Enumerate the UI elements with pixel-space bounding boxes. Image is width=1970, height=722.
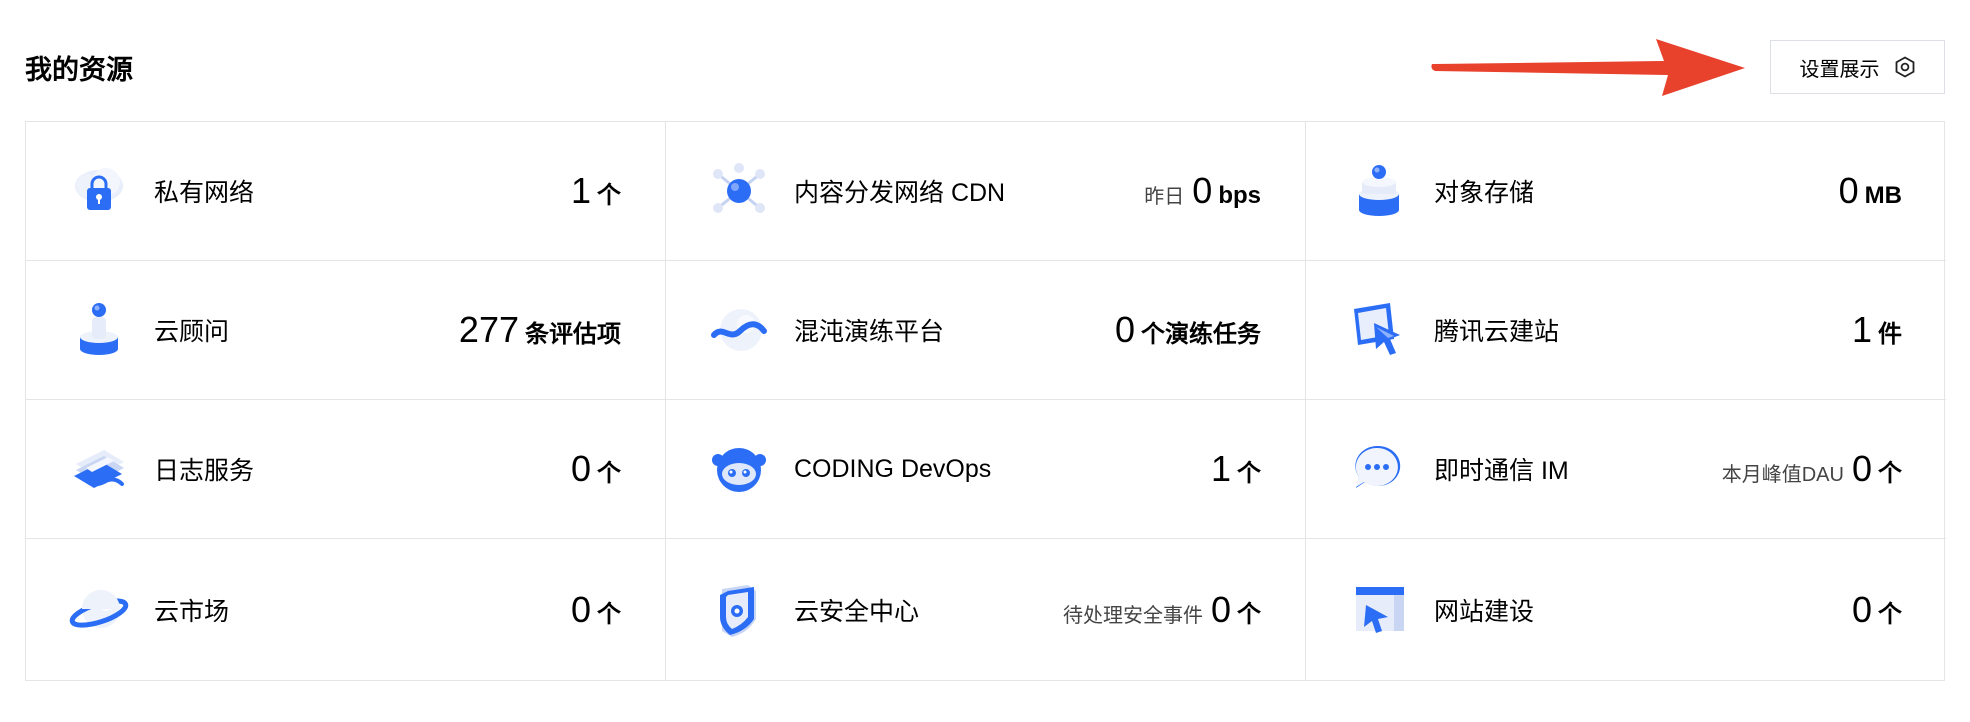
resource-unit: 个 xyxy=(597,600,621,628)
resource-card-chaos[interactable]: 混沌演练平台 0 个演练任务 xyxy=(666,261,1306,400)
resource-card-vpc[interactable]: 私有网络 1 个 xyxy=(26,122,666,261)
resource-unit: 件 xyxy=(1878,321,1902,348)
resource-name: 日志服务 xyxy=(154,457,255,485)
resource-name: 腾讯云建站 xyxy=(1434,318,1560,346)
resource-unit: 个演练任务 xyxy=(1141,321,1261,348)
resource-name: 内容分发网络 CDN xyxy=(794,179,1006,207)
resource-card-im[interactable]: 即时通信 IM 本月峰值DAU 0 个 xyxy=(1306,400,1946,539)
resource-count: 0 xyxy=(1851,448,1872,489)
resource-card-website[interactable]: 网站建设 0 个 xyxy=(1306,539,1946,680)
website-builder-icon xyxy=(1348,299,1410,361)
resource-name: 对象存储 xyxy=(1434,179,1535,207)
resource-value: 0 个演练任务 xyxy=(1115,309,1261,351)
cloud-market-planet-icon xyxy=(68,579,130,641)
website-building-icon xyxy=(1348,579,1410,641)
resource-count: 0 xyxy=(1114,309,1135,350)
resource-value: 1 个 xyxy=(1211,448,1261,490)
security-shield-icon xyxy=(708,579,770,641)
settings-display-button[interactable]: 设置展示 xyxy=(1770,40,1945,94)
resource-name: 网站建设 xyxy=(1434,597,1535,626)
resource-card-cdn[interactable]: 内容分发网络 CDN 昨日 0 bps xyxy=(666,122,1306,261)
red-arrow-annotation xyxy=(1431,39,1745,96)
resource-count: 277 xyxy=(458,309,519,350)
resource-unit: 个 xyxy=(597,460,621,487)
settings-button-label: 设置展示 xyxy=(1799,58,1880,81)
resource-name: 即时通信 IM xyxy=(1434,457,1569,485)
resource-count: 1 xyxy=(570,170,591,211)
resource-count: 0 xyxy=(1851,588,1872,630)
resource-unit: MB xyxy=(1864,182,1902,209)
resource-unit: 个 xyxy=(1878,460,1902,487)
resource-card-market[interactable]: 云市场 0 个 xyxy=(26,539,666,680)
object-storage-icon xyxy=(1348,160,1410,222)
resource-count: 0 xyxy=(1210,588,1231,630)
resource-name: 云顾问 xyxy=(154,318,230,346)
resource-prefix: 本月峰值DAU xyxy=(1721,464,1844,486)
instant-messaging-icon xyxy=(1348,438,1410,500)
resource-unit: bps xyxy=(1218,182,1261,209)
resource-card-cls[interactable]: 日志服务 0 个 xyxy=(26,400,666,539)
resource-count: 1 xyxy=(1210,448,1231,489)
resource-unit: 条评估项 xyxy=(525,321,621,348)
hexagon-settings-icon xyxy=(1894,56,1916,78)
page-title: 我的资源 xyxy=(25,55,133,85)
resource-value: 0 个 xyxy=(571,589,621,631)
resource-unit: 个 xyxy=(1237,600,1261,628)
resource-name: 私有网络 xyxy=(154,179,255,207)
resource-count: 0 xyxy=(1192,170,1213,211)
resource-card-cos[interactable]: 对象存储 0 MB xyxy=(1306,122,1946,261)
resource-name: 云安全中心 xyxy=(794,597,920,626)
resource-count: 0 xyxy=(1838,170,1859,211)
cloud-advisor-icon xyxy=(68,299,130,361)
resource-unit: 个 xyxy=(1237,460,1261,487)
resource-value: 277 条评估项 xyxy=(459,309,621,351)
resource-prefix: 昨日 xyxy=(1144,186,1185,208)
resource-name: 混沌演练平台 xyxy=(794,318,945,346)
resource-value: 0 个 xyxy=(1852,589,1902,631)
resource-grid: 私有网络 1 个 内容分发网络 CDN 昨日 0 bps 对象存储 0 MB 云… xyxy=(25,121,1946,681)
resource-card-advisor[interactable]: 云顾问 277 条评估项 xyxy=(26,261,666,400)
resource-prefix: 待处理安全事件 xyxy=(1062,604,1203,627)
resource-unit: 个 xyxy=(1878,600,1902,628)
log-service-icon xyxy=(68,438,130,500)
resource-count: 0 xyxy=(570,448,591,489)
coding-devops-icon xyxy=(708,438,770,500)
resource-value: 1 件 xyxy=(1852,309,1902,351)
resource-unit: 个 xyxy=(597,182,621,209)
resource-card-site-builder[interactable]: 腾讯云建站 1 件 xyxy=(1306,261,1946,400)
resource-count: 1 xyxy=(1851,309,1872,350)
resource-value: 待处理安全事件 0 个 xyxy=(1063,589,1261,631)
resource-value: 昨日 0 bps xyxy=(1144,170,1261,212)
resource-card-security[interactable]: 云安全中心 待处理安全事件 0 个 xyxy=(666,539,1306,680)
chaos-platform-icon xyxy=(708,299,770,361)
resource-count: 0 xyxy=(570,588,591,630)
resource-card-coding[interactable]: CODING DevOps 1 个 xyxy=(666,400,1306,539)
cdn-network-icon xyxy=(708,160,770,222)
resource-value: 0 MB xyxy=(1839,170,1902,212)
resource-value: 1 个 xyxy=(571,170,621,212)
resource-value: 本月峰值DAU 0 个 xyxy=(1722,448,1902,490)
resource-name: 云市场 xyxy=(154,597,230,626)
vpc-cloud-lock-icon xyxy=(68,160,130,222)
resource-name: CODING DevOps xyxy=(794,454,992,483)
resource-value: 0 个 xyxy=(571,448,621,490)
